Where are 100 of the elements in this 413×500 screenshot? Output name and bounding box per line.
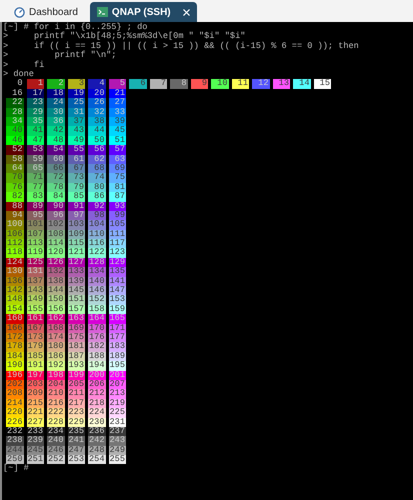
color-swatch: 103 xyxy=(68,220,85,230)
color-swatch: 102 xyxy=(47,220,64,230)
color-swatch: 85 xyxy=(68,192,85,202)
color-swatch: 146 xyxy=(88,286,106,296)
color-swatch: 37 xyxy=(68,117,85,126)
color-swatch: 164 xyxy=(88,314,106,324)
color-swatch: 133 xyxy=(68,267,85,277)
color-swatch: 207 xyxy=(108,380,126,390)
color-swatch: 192 xyxy=(47,361,64,371)
color-swatch: 122 xyxy=(88,248,106,258)
color-swatch: 152 xyxy=(88,295,106,305)
color-swatch: 55 xyxy=(68,145,85,155)
color-swatch: 211 xyxy=(68,389,85,399)
color-swatch: 31 xyxy=(68,108,85,117)
color-swatch: 114 xyxy=(47,239,64,248)
color-swatch: 129 xyxy=(108,258,126,268)
color-swatch: 84 xyxy=(47,192,64,202)
color-swatch: 224 xyxy=(88,408,106,418)
color-swatch: 175 xyxy=(68,332,85,342)
color-swatch: 245 xyxy=(26,446,44,456)
color-swatch: 240 xyxy=(47,436,64,446)
color-swatch: 3 xyxy=(68,79,85,89)
color-swatch: 86 xyxy=(88,192,106,202)
color-swatch: 109 xyxy=(68,230,85,240)
color-swatch: 159 xyxy=(108,304,126,314)
color-swatch: 120 xyxy=(47,248,64,258)
color-swatch: 51 xyxy=(108,136,126,146)
color-swatch: 44 xyxy=(88,126,106,136)
color-swatch: 7 xyxy=(150,79,167,89)
color-swatch: 210 xyxy=(47,389,64,399)
color-swatch: 67 xyxy=(68,164,85,174)
color-swatch: 131 xyxy=(26,267,44,277)
color-swatch: 5 xyxy=(108,79,126,89)
tab[interactable]: Dashboard xyxy=(6,2,86,22)
color-swatch: 56 xyxy=(88,145,106,155)
color-swatch: 72 xyxy=(47,173,64,183)
color-swatch: 23 xyxy=(26,98,44,108)
color-swatch: 75 xyxy=(108,173,126,183)
color-swatch: 194 xyxy=(88,361,106,371)
color-swatch: 77 xyxy=(26,182,44,192)
color-swatch: 185 xyxy=(26,352,44,362)
color-swatch: 35 xyxy=(26,117,44,126)
close-icon[interactable] xyxy=(182,8,190,16)
color-swatch: 251 xyxy=(26,455,44,464)
color-swatch: 117 xyxy=(108,239,126,248)
color-swatch: 150 xyxy=(47,295,64,305)
color-swatch: 6 xyxy=(129,79,146,89)
color-swatch: 212 xyxy=(88,389,106,399)
color-swatch: 250 xyxy=(6,455,24,464)
color-swatch: 112 xyxy=(6,239,24,248)
color-swatch: 25 xyxy=(68,98,85,108)
color-swatch: 203 xyxy=(26,380,44,390)
color-swatch: 208 xyxy=(6,389,24,399)
color-swatch: 89 xyxy=(26,202,44,211)
color-swatch: 87 xyxy=(108,192,126,202)
color-swatch: 225 xyxy=(108,408,126,418)
terminal-line: > printf "\x1b[48;5;%sm%3d\e[0m " "$i" "$i" xyxy=(3,32,246,42)
color-swatch: 199 xyxy=(68,370,85,380)
color-swatch: 63 xyxy=(108,154,126,164)
color-swatch: 179 xyxy=(26,342,44,352)
color-swatch: 213 xyxy=(108,389,126,399)
color-swatch: 190 xyxy=(6,361,24,371)
color-swatch: 137 xyxy=(26,276,44,286)
dashboard-icon xyxy=(14,6,25,18)
color-swatch: 119 xyxy=(26,248,44,258)
color-swatch: 27 xyxy=(108,98,126,108)
color-swatch: 177 xyxy=(108,332,126,342)
color-swatch: 235 xyxy=(68,426,85,436)
color-swatch: 182 xyxy=(88,342,106,352)
color-swatch: 83 xyxy=(26,192,44,202)
color-swatch: 113 xyxy=(26,239,44,248)
color-swatch: 11 xyxy=(232,79,249,89)
terminal-line: > done xyxy=(3,70,34,80)
color-swatch: 161 xyxy=(26,314,44,324)
color-swatch: 36 xyxy=(47,117,64,126)
color-swatch: 167 xyxy=(26,324,44,333)
color-swatch: 115 xyxy=(68,239,85,248)
color-swatch: 100 xyxy=(6,220,24,230)
color-swatch: 1 xyxy=(26,79,44,89)
color-swatch: 125 xyxy=(26,258,44,268)
color-swatch: 242 xyxy=(88,436,106,446)
color-swatch: 107 xyxy=(26,230,44,240)
color-swatch: 38 xyxy=(88,117,106,126)
color-swatch: 197 xyxy=(26,370,44,380)
color-swatch: 183 xyxy=(108,342,126,352)
color-swatch: 180 xyxy=(47,342,64,352)
color-swatch: 237 xyxy=(108,426,126,436)
color-swatch: 141 xyxy=(108,276,126,286)
terminal-line: [~] # for i in {0..255} ; do xyxy=(3,23,148,32)
color-swatch: 9 xyxy=(190,79,208,89)
color-swatch: 221 xyxy=(26,408,44,418)
terminal-icon xyxy=(96,7,108,17)
color-swatch: 8 xyxy=(170,79,188,89)
tab[interactable]: QNAP (SSH) xyxy=(90,2,197,22)
color-swatch: 139 xyxy=(68,276,85,286)
color-swatch: 249 xyxy=(108,446,126,456)
color-swatch: 61 xyxy=(68,154,85,164)
color-swatch: 79 xyxy=(68,182,85,192)
color-swatch: 73 xyxy=(68,173,85,183)
color-swatch: 178 xyxy=(6,342,24,352)
